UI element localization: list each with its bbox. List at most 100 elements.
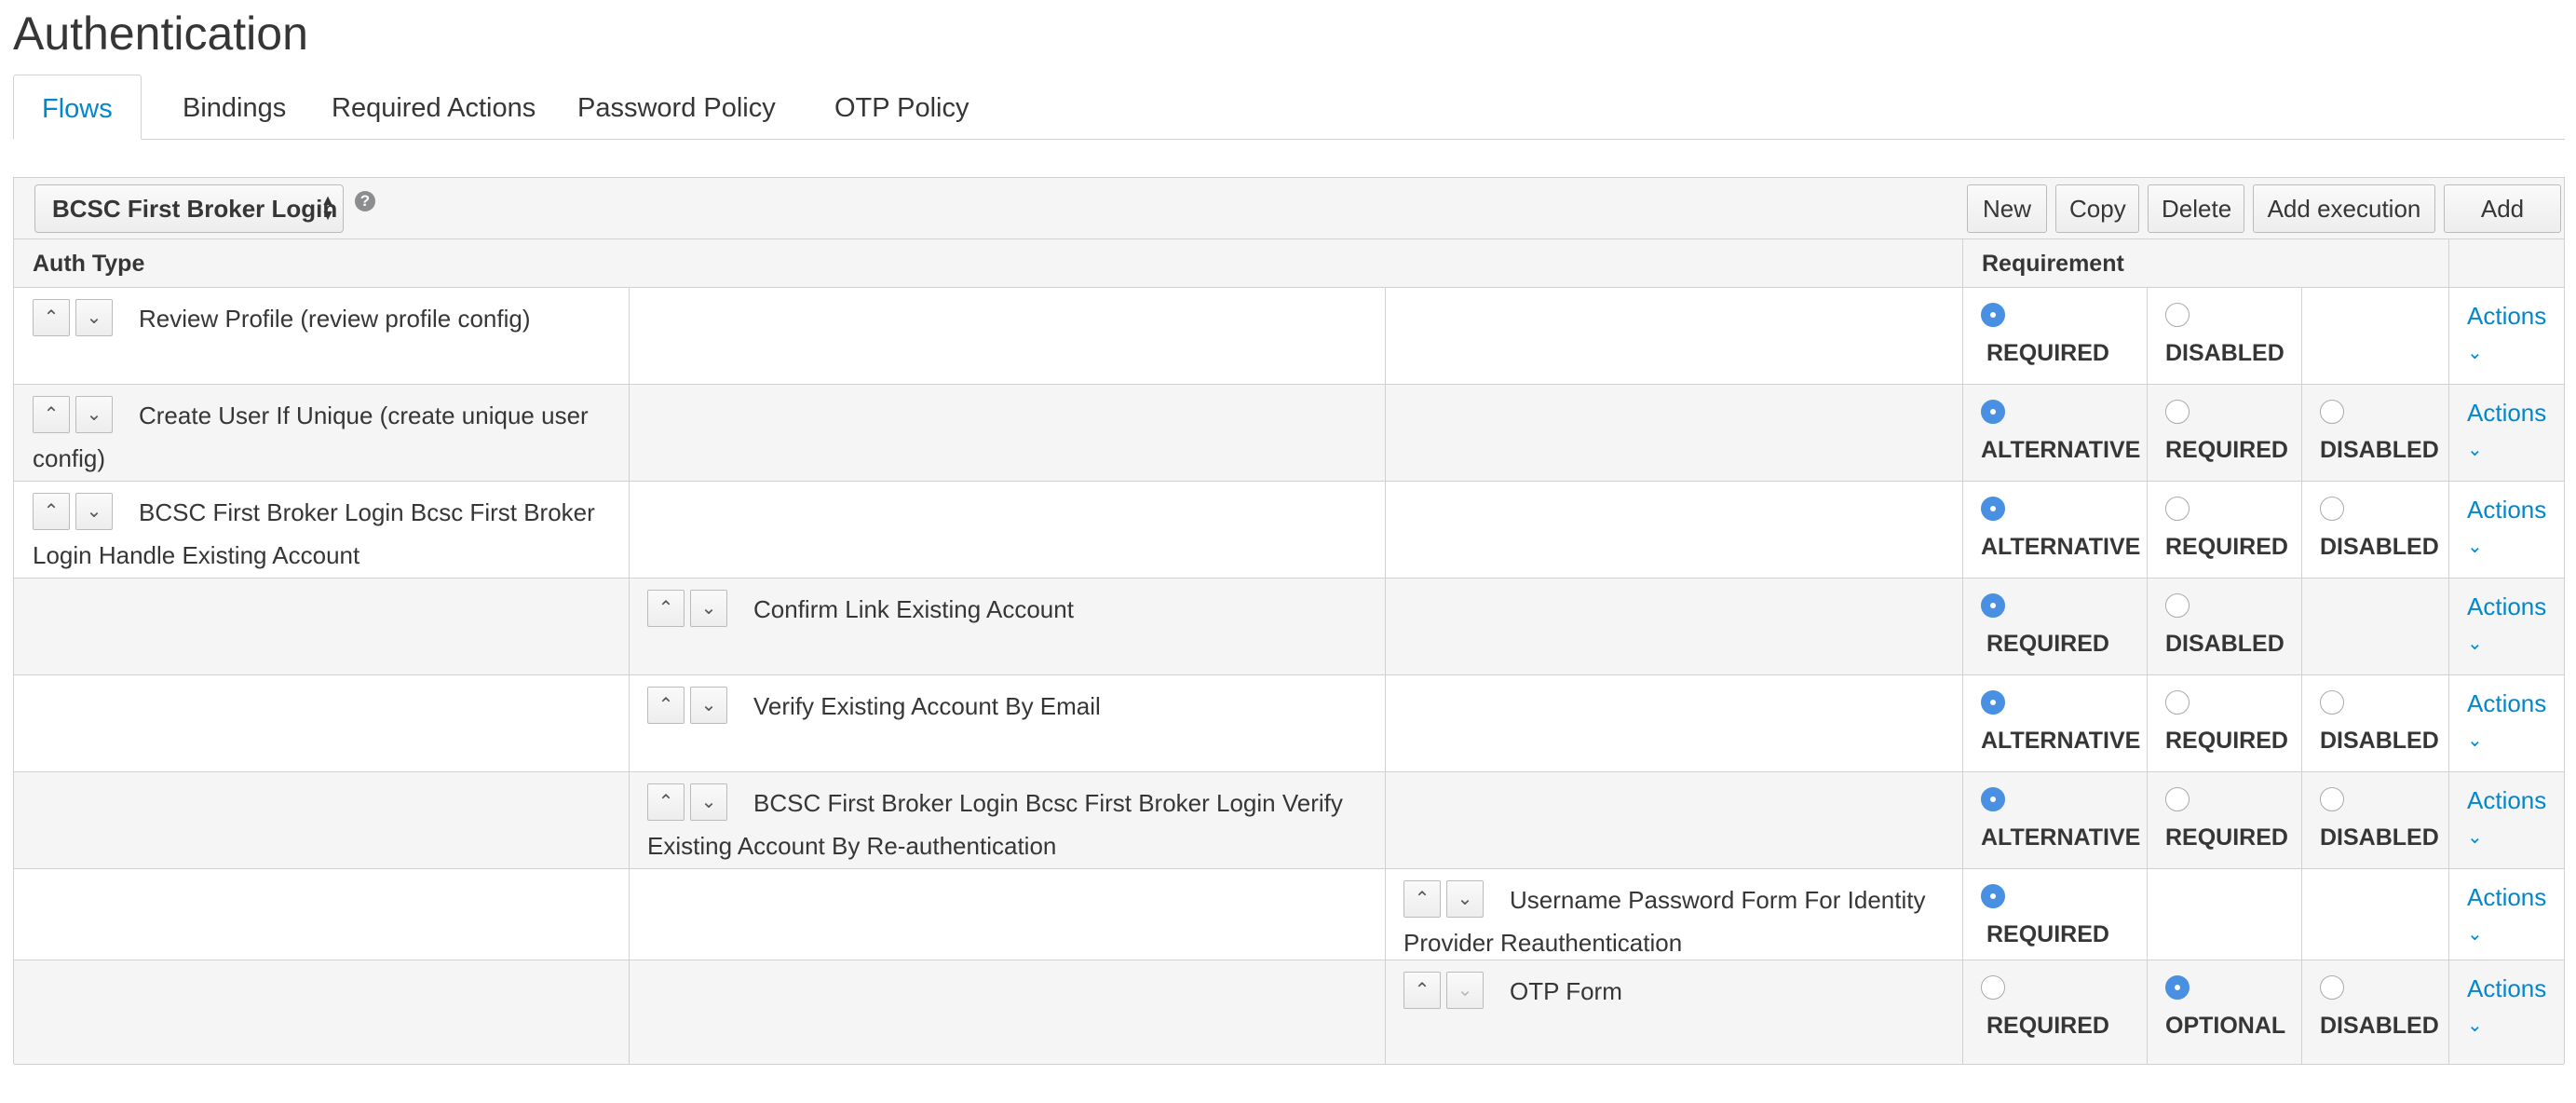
move-up-icon[interactable]: ⌃ bbox=[647, 687, 685, 724]
requirement-radio[interactable] bbox=[1981, 593, 2005, 619]
actions-label: Actions bbox=[2467, 496, 2547, 524]
add-flow-button[interactable]: Add flow bbox=[2444, 184, 2561, 269]
select-arrows-icon: ▲ ▼ bbox=[320, 193, 335, 224]
copy-button[interactable]: Copy bbox=[2055, 184, 2139, 233]
requirement-option[interactable]: ALTERNATIVE bbox=[1962, 772, 2147, 865]
requirement-radio[interactable] bbox=[1981, 400, 2005, 425]
actions-dropdown[interactable]: Actions ⌄ bbox=[2448, 869, 2564, 962]
move-down-icon[interactable]: ⌄ bbox=[690, 783, 727, 821]
requirement-radio[interactable] bbox=[2165, 400, 2190, 425]
requirement-option[interactable]: REQUIRED bbox=[2147, 675, 2301, 769]
col-divider bbox=[2147, 288, 2148, 1065]
move-down-icon[interactable]: ⌄ bbox=[75, 493, 113, 530]
move-up-icon[interactable]: ⌃ bbox=[33, 299, 70, 336]
actions-dropdown[interactable]: Actions ⌄ bbox=[2448, 675, 2564, 769]
actions-dropdown[interactable]: Actions ⌄ bbox=[2448, 772, 2564, 865]
requirement-radio[interactable] bbox=[2320, 497, 2344, 522]
requirement-radio[interactable] bbox=[2320, 690, 2344, 715]
col-divider bbox=[2448, 288, 2449, 1065]
requirement-option[interactable]: ALTERNATIVE bbox=[1962, 385, 2147, 478]
requirement-radio[interactable] bbox=[1981, 497, 2005, 522]
move-down-icon[interactable]: ⌄ bbox=[75, 299, 113, 336]
chevron-down-icon: ⌄ bbox=[2467, 730, 2483, 751]
requirement-option[interactable]: REQUIRED bbox=[2147, 772, 2301, 865]
tab-flows[interactable]: Flows bbox=[13, 75, 142, 140]
execution-name: Review Profile (review profile config) bbox=[139, 305, 531, 333]
requirement-radio[interactable] bbox=[2165, 975, 2190, 1001]
requirement-radio[interactable] bbox=[2165, 593, 2190, 619]
requirement-option[interactable]: REQUIRED bbox=[1962, 288, 2147, 381]
table-row: ⌃ ⌄ Review Profile (review profile config)… bbox=[14, 288, 2564, 385]
page: Authentication Flows Bindings Required A… bbox=[0, 0, 2576, 1103]
move-up-icon[interactable]: ⌃ bbox=[1403, 972, 1441, 1009]
tab-password-policy[interactable]: Password Policy bbox=[549, 75, 804, 140]
actions-dropdown[interactable]: Actions ⌄ bbox=[2448, 288, 2564, 381]
requirement-radio[interactable] bbox=[1981, 690, 2005, 715]
requirement-label: DISABLED bbox=[2165, 340, 2285, 366]
requirement-radio[interactable] bbox=[2165, 497, 2190, 522]
requirement-label: REQUIRED bbox=[2165, 534, 2288, 560]
new-button[interactable]: New bbox=[1967, 184, 2047, 233]
auth-cell: ⌃ ⌄ OTP Form bbox=[1385, 960, 1962, 1022]
actions-dropdown[interactable]: Actions ⌄ bbox=[2448, 960, 2564, 1054]
help-icon[interactable]: ? bbox=[355, 191, 375, 211]
move-up-icon[interactable]: ⌃ bbox=[647, 783, 685, 821]
actions-label: Actions bbox=[2467, 786, 2547, 814]
requirement-option[interactable]: DISABLED bbox=[2301, 772, 2448, 865]
actions-label: Actions bbox=[2467, 689, 2547, 717]
requirement-option[interactable]: DISABLED bbox=[2147, 288, 2301, 381]
requirement-option[interactable]: REQUIRED bbox=[1962, 960, 2147, 1054]
requirement-option[interactable]: REQUIRED bbox=[2147, 385, 2301, 478]
requirement-option[interactable]: DISABLED bbox=[2147, 579, 2301, 672]
auth-cell: ⌃ ⌄ BCSC First Broker Login Bcsc First Bro… bbox=[629, 772, 1385, 877]
move-up-icon[interactable]: ⌃ bbox=[33, 396, 70, 433]
actions-dropdown[interactable]: Actions ⌄ bbox=[2448, 482, 2564, 575]
requirement-option[interactable]: DISABLED bbox=[2301, 482, 2448, 575]
requirement-radio[interactable] bbox=[1981, 787, 2005, 812]
requirement-radio[interactable] bbox=[1981, 884, 2005, 909]
move-up-icon[interactable]: ⌃ bbox=[647, 590, 685, 627]
move-up-icon[interactable]: ⌃ bbox=[1403, 880, 1441, 918]
requirement-option[interactable]: REQUIRED bbox=[1962, 869, 2147, 962]
actions-label: Actions bbox=[2467, 399, 2547, 427]
actions-dropdown[interactable]: Actions ⌄ bbox=[2448, 385, 2564, 478]
flow-panel: BCSC First Broker Login ▲ ▼ ? New Copy De… bbox=[13, 177, 2565, 1065]
requirement-option[interactable]: REQUIRED bbox=[2147, 482, 2301, 575]
move-down-icon[interactable]: ⌄ bbox=[690, 590, 727, 627]
flow-select[interactable]: BCSC First Broker Login ▲ ▼ bbox=[34, 184, 344, 233]
tab-required-actions[interactable]: Required Actions bbox=[304, 75, 563, 140]
move-down-icon[interactable]: ⌄ bbox=[1446, 880, 1484, 918]
requirement-radio[interactable] bbox=[1981, 303, 2005, 328]
move-down-icon[interactable]: ⌄ bbox=[75, 396, 113, 433]
requirement-radio[interactable] bbox=[1981, 975, 2005, 1001]
requirement-option[interactable]: REQUIRED bbox=[1962, 579, 2147, 672]
requirement-option[interactable]: ALTERNATIVE bbox=[1962, 482, 2147, 575]
requirement-option[interactable]: OPTIONAL bbox=[2147, 960, 2301, 1054]
requirement-option[interactable]: DISABLED bbox=[2301, 960, 2448, 1054]
requirement-radio[interactable] bbox=[2320, 787, 2344, 812]
tab-bindings[interactable]: Bindings bbox=[155, 75, 314, 140]
requirement-label: ALTERNATIVE bbox=[1981, 437, 2141, 463]
requirement-option[interactable]: DISABLED bbox=[2301, 675, 2448, 769]
move-up-icon[interactable]: ⌃ bbox=[33, 493, 70, 530]
requirement-label: REQUIRED bbox=[2165, 728, 2288, 754]
actions-dropdown[interactable]: Actions ⌄ bbox=[2448, 579, 2564, 672]
requirement-radio[interactable] bbox=[2165, 787, 2190, 812]
auth-cell: ⌃ ⌄ Verify Existing Account By Email bbox=[629, 675, 1385, 737]
requirement-option[interactable]: DISABLED bbox=[2301, 385, 2448, 478]
requirement-radio[interactable] bbox=[2165, 303, 2190, 328]
requirement-option[interactable]: ALTERNATIVE bbox=[1962, 675, 2147, 769]
requirement-radio[interactable] bbox=[2320, 400, 2344, 425]
requirement-radio[interactable] bbox=[2165, 690, 2190, 715]
requirement-label: REQUIRED bbox=[2165, 437, 2288, 463]
requirement-radio[interactable] bbox=[2320, 975, 2344, 1001]
actions-label: Actions bbox=[2467, 302, 2547, 330]
move-down-icon[interactable]: ⌄ bbox=[1446, 972, 1484, 1009]
move-down-icon[interactable]: ⌄ bbox=[690, 687, 727, 724]
delete-button[interactable]: Delete bbox=[2148, 184, 2244, 233]
auth-cell: ⌃ ⌄ Confirm Link Existing Account bbox=[629, 579, 1385, 640]
tab-otp-policy[interactable]: OTP Policy bbox=[807, 75, 997, 140]
add-execution-button[interactable]: Add execution bbox=[2253, 184, 2435, 233]
col-divider bbox=[1962, 288, 1963, 1065]
header-auth-type: Auth Type bbox=[14, 239, 1962, 288]
